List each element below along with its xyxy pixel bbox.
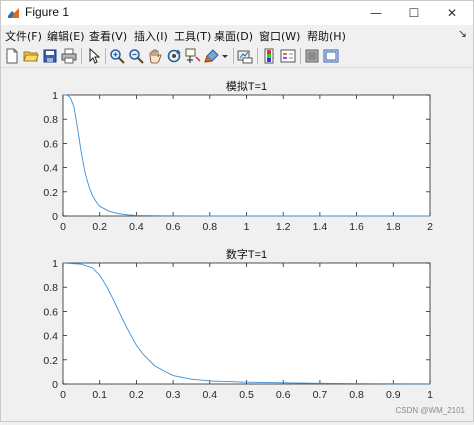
toolbar-separator — [105, 48, 106, 64]
x-tick-label: 0.7 — [313, 389, 328, 401]
plot-area — [62, 262, 431, 385]
figure-window: Figure 1 — ☐ ✕ 文件(F) 编辑(E) 查看(V) 插入(I) 工… — [0, 0, 474, 422]
save-icon[interactable] — [42, 48, 58, 64]
x-tick-label: 0.2 — [92, 221, 107, 233]
x-tick-label: 1 — [427, 389, 433, 401]
x-tick-label: 2 — [427, 221, 433, 233]
watermark-text: CSDN @WM_2101 — [395, 406, 465, 415]
minimize-icon: — — [370, 6, 382, 20]
y-tick-label: 0.6 — [43, 138, 58, 150]
x-tick-label: 0.3 — [166, 389, 181, 401]
x-tick-label: 1.2 — [276, 221, 291, 233]
menu-window[interactable]: 窗口(W) — [259, 28, 300, 44]
rotate-3d-icon[interactable] — [166, 48, 182, 64]
expand-arrow-icon[interactable]: ↘ — [458, 27, 467, 40]
y-tick-label: 0.2 — [43, 355, 58, 367]
y-tick-label: 1 — [52, 258, 58, 270]
brush-icon[interactable] — [204, 48, 220, 64]
maximize-icon: ☐ — [408, 6, 420, 20]
x-tick-label: 0.1 — [92, 389, 107, 401]
y-tick-label: 0.2 — [43, 187, 58, 199]
menu-help[interactable]: 帮助(H) — [307, 28, 346, 44]
plot-area — [62, 94, 431, 217]
y-tick-label: 0.4 — [43, 163, 58, 175]
hide-plot-tools-icon[interactable] — [304, 48, 320, 64]
y-tick-label: 0.8 — [43, 282, 58, 294]
menu-tools[interactable]: 工具(T) — [174, 28, 211, 44]
print-icon[interactable] — [61, 48, 77, 64]
x-tick-label: 1.6 — [349, 221, 364, 233]
toolbar-separator — [233, 48, 234, 64]
maximize-button[interactable]: ☐ — [397, 1, 431, 25]
window-title: Figure 1 — [25, 5, 70, 19]
x-tick-label: 0.8 — [349, 389, 364, 401]
menu-view[interactable]: 查看(V) — [89, 28, 127, 44]
x-tick-label: 1.4 — [313, 221, 328, 233]
new-figure-icon[interactable] — [4, 48, 20, 64]
menu-insert[interactable]: 插入(I) — [134, 28, 168, 44]
y-tick-label: 1 — [52, 90, 58, 102]
x-tick-label: 0.4 — [129, 221, 144, 233]
menu-file[interactable]: 文件(F) — [5, 28, 42, 44]
x-tick-label: 0.6 — [276, 389, 291, 401]
figure-canvas: 模拟T=1 0 0.2 0.4 0.6 0.8 1 1.2 1.4 1.6 1.8 2 0 0.2 0.4 0… — [1, 68, 473, 421]
close-button[interactable]: ✕ — [435, 1, 469, 25]
plot-canvas: 模拟T=1 0 0.2 0.4 0.6 0.8 1 1.2 1.4 1.6 1.8 2 0 0.2 0.4 0… — [43, 79, 433, 401]
y-tick-label: 0.8 — [43, 114, 58, 126]
x-tick-label: 0 — [60, 389, 66, 401]
open-file-icon[interactable] — [23, 48, 39, 64]
figure-toolbar — [1, 45, 473, 68]
axes-top[interactable]: 模拟T=1 0 0.2 0.4 0.6 0.8 1 1.2 1.4 1.6 1.8 2 0 0.2 0.4 0… — [43, 79, 433, 233]
menu-bar: 文件(F) 编辑(E) 查看(V) 插入(I) 工具(T) 桌面(D) 窗口(W… — [1, 27, 473, 45]
y-tick-label: 0.4 — [43, 331, 58, 343]
axes-bottom[interactable]: 数字T=1 0 0.1 0.2 0.3 0.4 0.5 0.6 0.7 0.8 0.9 1 0 0.2 0.… — [43, 247, 433, 401]
link-plot-icon[interactable] — [237, 48, 253, 64]
toolbar-separator — [300, 48, 301, 64]
x-tick-label: 1.8 — [386, 221, 401, 233]
x-tick-label: 0.5 — [239, 389, 254, 401]
toolbar-separator — [81, 48, 82, 64]
x-tick-label: 0.6 — [166, 221, 181, 233]
pan-icon[interactable] — [147, 48, 163, 64]
x-tick-label: 0.9 — [386, 389, 401, 401]
insert-colorbar-icon[interactable] — [261, 48, 277, 64]
pointer-icon[interactable] — [86, 48, 102, 64]
dropdown-icon[interactable] — [221, 48, 229, 64]
x-tick-label: 1 — [244, 221, 250, 233]
zoom-out-icon[interactable] — [128, 48, 144, 64]
zoom-in-icon[interactable] — [109, 48, 125, 64]
data-cursor-icon[interactable] — [185, 48, 201, 64]
insert-legend-icon[interactable] — [280, 48, 296, 64]
x-tick-label: 0.4 — [202, 389, 217, 401]
close-icon: ✕ — [446, 6, 458, 20]
axes-title: 数字T=1 — [226, 247, 267, 261]
matlab-logo-icon — [7, 6, 20, 19]
x-tick-label: 0.2 — [129, 389, 144, 401]
minimize-button[interactable]: — — [359, 1, 393, 25]
y-tick-label: 0.6 — [43, 306, 58, 318]
x-tick-label: 0.8 — [202, 221, 217, 233]
menu-desktop[interactable]: 桌面(D) — [214, 28, 253, 44]
menu-edit[interactable]: 编辑(E) — [47, 28, 85, 44]
show-plot-tools-icon[interactable] — [323, 48, 339, 64]
y-tick-label: 0 — [52, 211, 58, 223]
title-bar[interactable]: Figure 1 — ☐ ✕ — [1, 1, 473, 25]
toolbar-separator — [257, 48, 258, 64]
x-tick-label: 0 — [60, 221, 66, 233]
axes-title: 模拟T=1 — [226, 79, 267, 93]
y-tick-label: 0 — [52, 379, 58, 391]
